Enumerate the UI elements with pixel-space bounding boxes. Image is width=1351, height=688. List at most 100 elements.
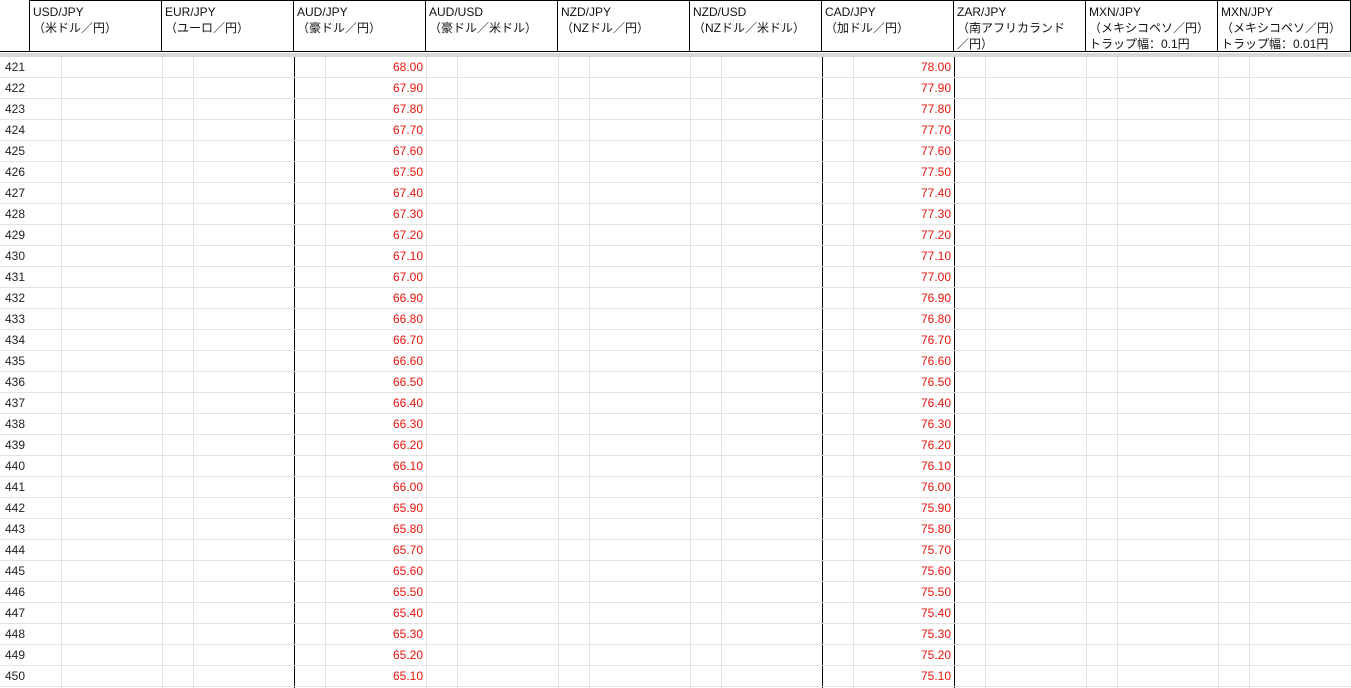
cell-aud-jpy[interactable]: 67.40 [295,183,426,203]
column-header-eur-jpy[interactable]: EUR/JPY （ユーロ／円） [162,0,294,52]
row-number[interactable]: 426 [0,162,30,182]
cell-cad-jpy[interactable]: 75.80 [823,519,954,539]
cell-aud-jpy[interactable]: 65.60 [295,561,426,581]
cell-aud-jpy[interactable]: 67.80 [295,99,426,119]
row-number[interactable]: 422 [0,78,30,98]
row-number[interactable]: 446 [0,582,30,602]
row-number[interactable]: 427 [0,183,30,203]
row-number[interactable]: 445 [0,561,30,581]
cell-aud-jpy[interactable]: 65.70 [295,540,426,560]
column-header-usd-jpy[interactable]: USD/JPY （米ドル／円） [30,0,162,52]
row-number[interactable]: 448 [0,624,30,644]
row-number[interactable]: 443 [0,519,30,539]
row-number[interactable]: 450 [0,666,30,686]
cell-cad-jpy[interactable]: 76.20 [823,435,954,455]
cell-cad-jpy[interactable]: 77.10 [823,246,954,266]
row-number[interactable]: 447 [0,603,30,623]
column-header-cad-jpy[interactable]: CAD/JPY （加ドル／円） [822,0,954,52]
cell-cad-jpy[interactable]: 75.30 [823,624,954,644]
cell-cad-jpy[interactable]: 76.00 [823,477,954,497]
row-number[interactable]: 438 [0,414,30,434]
row-number[interactable]: 425 [0,141,30,161]
row-number[interactable]: 440 [0,456,30,476]
row-number[interactable]: 424 [0,120,30,140]
cell-cad-jpy[interactable]: 76.90 [823,288,954,308]
cell-cad-jpy[interactable]: 76.40 [823,393,954,413]
row-number[interactable]: 449 [0,645,30,665]
row-number[interactable]: 432 [0,288,30,308]
cell-aud-jpy[interactable]: 67.10 [295,246,426,266]
cell-aud-jpy[interactable]: 68.00 [295,57,426,77]
cell-cad-jpy[interactable]: 75.10 [823,666,954,686]
column-header-mxn-jpy-001[interactable]: MXN/JPY （メキシコペソ／円） トラップ幅：0.01円 [1218,0,1351,52]
cell-cad-jpy[interactable]: 75.90 [823,498,954,518]
cell-aud-jpy[interactable]: 66.70 [295,330,426,350]
column-header-aud-usd[interactable]: AUD/USD （豪ドル／米ドル） [426,0,558,52]
cell-aud-jpy[interactable]: 65.10 [295,666,426,686]
cell-cad-jpy[interactable]: 77.40 [823,183,954,203]
column-header-nzd-jpy[interactable]: NZD/JPY （NZドル／円） [558,0,690,52]
cell-cad-jpy[interactable]: 76.50 [823,372,954,392]
cell-cad-jpy[interactable]: 76.60 [823,351,954,371]
cell-aud-jpy[interactable]: 66.50 [295,372,426,392]
column-header-nzd-usd[interactable]: NZD/USD （NZドル／米ドル） [690,0,822,52]
column-header-aud-jpy[interactable]: AUD/JPY （豪ドル／円） [294,0,426,52]
row-number[interactable]: 437 [0,393,30,413]
cell-aud-jpy[interactable]: 67.30 [295,204,426,224]
row-number[interactable]: 444 [0,540,30,560]
cell-aud-jpy[interactable]: 66.80 [295,309,426,329]
cell-cad-jpy[interactable]: 78.00 [823,57,954,77]
column-header-mxn-jpy-01[interactable]: MXN/JPY （メキシコペソ／円） トラップ幅：0.1円 [1086,0,1218,52]
cell-aud-jpy[interactable]: 66.90 [295,288,426,308]
cell-cad-jpy[interactable]: 77.70 [823,120,954,140]
cell-aud-jpy[interactable]: 67.50 [295,162,426,182]
cell-aud-jpy[interactable]: 66.20 [295,435,426,455]
row-number[interactable]: 436 [0,372,30,392]
cell-aud-jpy[interactable]: 66.30 [295,414,426,434]
cell-cad-jpy[interactable]: 76.30 [823,414,954,434]
cell-aud-jpy[interactable]: 67.60 [295,141,426,161]
row-number[interactable]: 441 [0,477,30,497]
cell-aud-jpy[interactable]: 67.90 [295,78,426,98]
cell-cad-jpy[interactable]: 77.80 [823,99,954,119]
cell-aud-jpy[interactable]: 67.00 [295,267,426,287]
cell-cad-jpy[interactable]: 77.60 [823,141,954,161]
cell-aud-jpy[interactable]: 65.90 [295,498,426,518]
row-number[interactable]: 434 [0,330,30,350]
cell-cad-jpy[interactable]: 75.50 [823,582,954,602]
cell-cad-jpy[interactable]: 75.40 [823,603,954,623]
cell-aud-jpy[interactable]: 67.70 [295,120,426,140]
cell-cad-jpy[interactable]: 76.10 [823,456,954,476]
cell-aud-jpy[interactable]: 67.20 [295,225,426,245]
column-header-zar-jpy[interactable]: ZAR/JPY （南アフリカランド ／円） [954,0,1086,52]
row-number[interactable]: 430 [0,246,30,266]
row-number[interactable]: 439 [0,435,30,455]
row-number[interactable]: 431 [0,267,30,287]
cell-cad-jpy[interactable]: 77.00 [823,267,954,287]
row-number[interactable]: 428 [0,204,30,224]
row-number[interactable]: 421 [0,57,30,77]
row-number[interactable]: 429 [0,225,30,245]
cell-cad-jpy[interactable]: 75.20 [823,645,954,665]
cell-aud-jpy[interactable]: 66.10 [295,456,426,476]
cell-cad-jpy[interactable]: 75.60 [823,561,954,581]
row-number[interactable]: 423 [0,99,30,119]
cell-aud-jpy[interactable]: 65.40 [295,603,426,623]
cell-aud-jpy[interactable]: 66.60 [295,351,426,371]
cell-cad-jpy[interactable]: 77.30 [823,204,954,224]
row-number[interactable]: 433 [0,309,30,329]
cell-cad-jpy[interactable]: 77.20 [823,225,954,245]
row-number[interactable]: 442 [0,498,30,518]
cell-aud-jpy[interactable]: 66.00 [295,477,426,497]
cell-cad-jpy[interactable]: 77.90 [823,78,954,98]
cell-cad-jpy[interactable]: 75.70 [823,540,954,560]
cell-aud-jpy[interactable]: 65.80 [295,519,426,539]
cell-aud-jpy[interactable]: 65.50 [295,582,426,602]
cell-aud-jpy[interactable]: 65.20 [295,645,426,665]
spreadsheet-grid[interactable]: USD/JPY （米ドル／円） EUR/JPY （ユーロ／円） AUD/JPY （豪ドル／… [0,0,1351,688]
cell-cad-jpy[interactable]: 76.70 [823,330,954,350]
cell-cad-jpy[interactable]: 76.80 [823,309,954,329]
row-number[interactable]: 435 [0,351,30,371]
cell-cad-jpy[interactable]: 77.50 [823,162,954,182]
cell-aud-jpy[interactable]: 65.30 [295,624,426,644]
